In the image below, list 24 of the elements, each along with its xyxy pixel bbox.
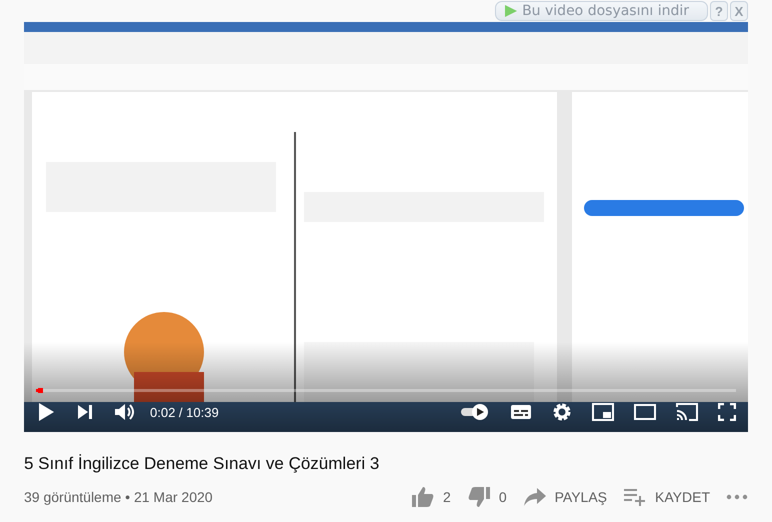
- thumbs-up-icon: [411, 486, 436, 508]
- play-icon[interactable]: [36, 402, 56, 422]
- video-meta: 39 görüntüleme • 21 Mar 2020: [24, 489, 213, 505]
- share-button[interactable]: PAYLAŞ: [522, 487, 608, 507]
- fullscreen-icon[interactable]: [718, 403, 736, 421]
- like-button[interactable]: 2: [411, 486, 451, 508]
- play-icon: [504, 4, 518, 18]
- cast-icon[interactable]: [676, 403, 698, 421]
- thumbs-down-icon: [466, 486, 491, 508]
- next-icon[interactable]: [76, 403, 94, 421]
- more-icon[interactable]: [726, 494, 748, 500]
- save-button[interactable]: KAYDET: [623, 487, 710, 507]
- volume-icon[interactable]: [114, 402, 136, 422]
- settings-icon[interactable]: [552, 402, 572, 422]
- autoplay-toggle-on[interactable]: [460, 403, 490, 421]
- subtitles-icon[interactable]: [510, 404, 532, 420]
- arrow-icon: [522, 487, 547, 507]
- dislike-button[interactable]: 0: [466, 486, 507, 508]
- playlist-add-icon: [623, 487, 648, 507]
- scrubber-handle[interactable]: [38, 388, 44, 393]
- miniplayer-icon[interactable]: [592, 403, 614, 421]
- time-display: 0:02 / 10:39: [150, 404, 219, 420]
- theater-mode-icon[interactable]: [634, 404, 656, 420]
- video-title: 5 Sınıf İngilizce Deneme Sınavı ve Çözümleri 3: [24, 454, 380, 474]
